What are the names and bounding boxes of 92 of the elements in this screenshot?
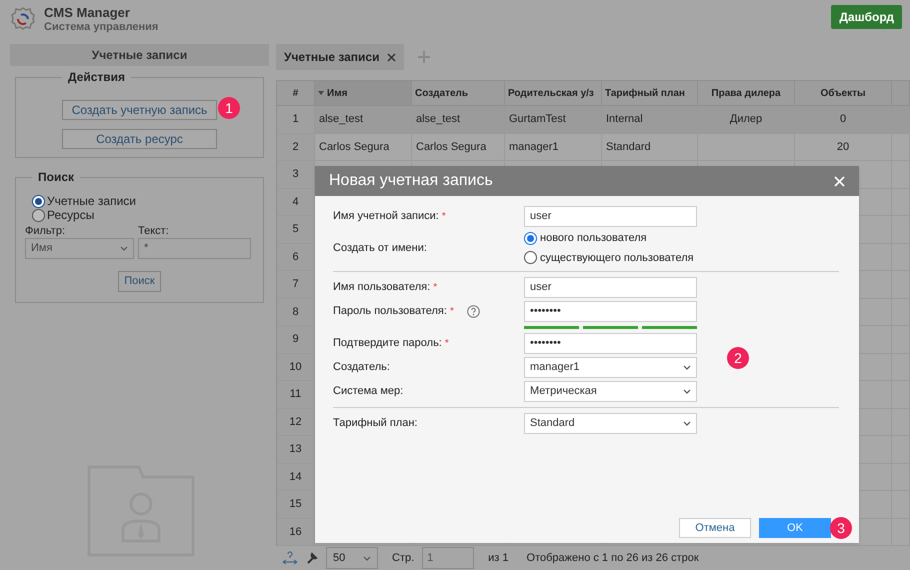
- filter-label: Фильтр:: [25, 225, 66, 238]
- search-button[interactable]: Поиск: [118, 271, 161, 292]
- field-label: Имя учетной записи:: [333, 209, 439, 224]
- sidebar-header: Учетные записи: [10, 44, 269, 66]
- table-cell-text: Carlos Segura: [319, 140, 390, 154]
- input-field[interactable]: user: [524, 206, 697, 227]
- table-cell-text: 15: [289, 497, 302, 512]
- table-cell-text: 7: [292, 277, 299, 292]
- table-cell-text: 1: [292, 112, 299, 127]
- radio-button[interactable]: [524, 251, 537, 264]
- required-mark-icon: *: [450, 306, 454, 316]
- resize-help-icon[interactable]: [282, 551, 298, 565]
- table-cell-text: Carlos Segura: [416, 140, 486, 154]
- cancel-button[interactable]: Отмена: [679, 518, 751, 538]
- action-button[interactable]: Создать учетную запись: [62, 100, 217, 120]
- actions-legend: Действия: [62, 68, 132, 86]
- search-legend: Поиск: [32, 168, 80, 186]
- radio-button[interactable]: [524, 232, 537, 245]
- input-field[interactable]: user: [524, 277, 697, 298]
- chevron-down-icon: [683, 389, 691, 394]
- table-cell-text: 13: [289, 442, 302, 457]
- table-cell-text: 8: [292, 304, 299, 320]
- page-label: Стр.: [392, 550, 414, 566]
- page-count: из 1: [488, 550, 509, 566]
- chevron-down-icon: [120, 246, 128, 251]
- radio-button[interactable]: [32, 194, 45, 208]
- sort-caret-icon: [318, 91, 324, 95]
- table-cell-text: manager1: [509, 140, 559, 154]
- close-icon[interactable]: [387, 52, 396, 62]
- dialog-title: Новая учетная запись: [329, 171, 493, 191]
- table-cell-text: Дилер: [730, 112, 762, 127]
- table-cell-text: GurtamTest: [509, 112, 566, 127]
- table-cell-text: alse_test: [319, 112, 364, 127]
- chevron-down-icon: [683, 421, 691, 426]
- table-cell-text: 4: [292, 194, 299, 210]
- field-label: Пароль пользователя:: [333, 304, 447, 320]
- table-cell-text: 9: [292, 332, 299, 347]
- page-field[interactable]: 1: [422, 547, 474, 569]
- field-label: Тарифный план:: [333, 416, 418, 432]
- action-button[interactable]: Создать ресурс: [62, 129, 217, 149]
- step-badge: 1: [218, 97, 240, 119]
- table-row[interactable]: 2 Carlos Segura Carlos Segura manager1 Standard 20: [277, 134, 910, 161]
- status-text: Отображено с 1 по 26 из 26 строк: [526, 550, 699, 566]
- table-cell-text: 3: [292, 167, 299, 182]
- select-field[interactable]: Метрическая: [524, 381, 697, 402]
- table-cell-text: 20: [836, 140, 850, 154]
- ok-button[interactable]: OK: [759, 518, 831, 538]
- step-badge: 3: [830, 517, 852, 539]
- table-cell-text: 6: [292, 250, 299, 264]
- table-cell-text: Standard: [606, 140, 651, 154]
- table-cell-text: 16: [289, 524, 302, 540]
- radio-label: нового пользователя: [540, 231, 647, 246]
- filter-select[interactable]: Имя: [25, 238, 134, 259]
- field-label: Подтвердите пароль:: [333, 336, 442, 352]
- step-badge: 2: [727, 347, 749, 369]
- table-row[interactable]: 1 alse_test alse_test GurtamTest Internal Дилер 0: [277, 106, 910, 134]
- app-title: CMS Manager: [44, 6, 131, 20]
- field-label: Имя пользователя:: [333, 280, 430, 296]
- app-subtitle: Система управления: [44, 20, 158, 34]
- dashboard-button[interactable]: Дашборд: [831, 5, 902, 29]
- chevron-down-icon: [363, 556, 371, 560]
- column-header[interactable]: Имя: [315, 81, 412, 106]
- table-cell-text: 2: [292, 140, 299, 154]
- table-cell-text: 11: [290, 387, 302, 402]
- page-size-select[interactable]: 50: [326, 547, 378, 569]
- field-label: Система мер:: [333, 384, 404, 400]
- radio-label: существующего пользователя: [540, 250, 694, 266]
- radio-label: Ресурсы: [47, 207, 94, 224]
- select-field[interactable]: manager1: [524, 357, 697, 378]
- table-cell-text: Internal: [606, 112, 643, 127]
- password-field[interactable]: ••••••••: [524, 333, 697, 354]
- wrench-icon[interactable]: [306, 552, 318, 564]
- field-label: Создатель:: [333, 360, 390, 376]
- password-field[interactable]: ••••••••: [524, 301, 697, 322]
- select-field[interactable]: Standard: [524, 413, 697, 434]
- required-mark-icon: *: [442, 212, 446, 222]
- radio-button[interactable]: [32, 208, 45, 222]
- tab[interactable]: Учетные записи: [276, 44, 404, 70]
- table-cell-text: 5: [292, 222, 299, 237]
- field-label: Создать от имени:: [333, 240, 428, 256]
- table-cell-text: alse_test: [416, 112, 460, 127]
- help-icon[interactable]: [466, 305, 480, 318]
- table-cell-text: 10: [289, 360, 302, 374]
- required-mark-icon: *: [444, 338, 449, 348]
- text-field[interactable]: *: [138, 238, 251, 259]
- table-cell-text: 0: [840, 112, 846, 127]
- chevron-down-icon: [683, 365, 691, 370]
- radio-label: Учетные записи: [47, 193, 136, 210]
- table-cell-text: 12: [289, 414, 302, 430]
- required-mark-icon: *: [433, 282, 438, 292]
- table-cell-text: 14: [289, 470, 302, 484]
- text-label: Текст:: [138, 225, 170, 238]
